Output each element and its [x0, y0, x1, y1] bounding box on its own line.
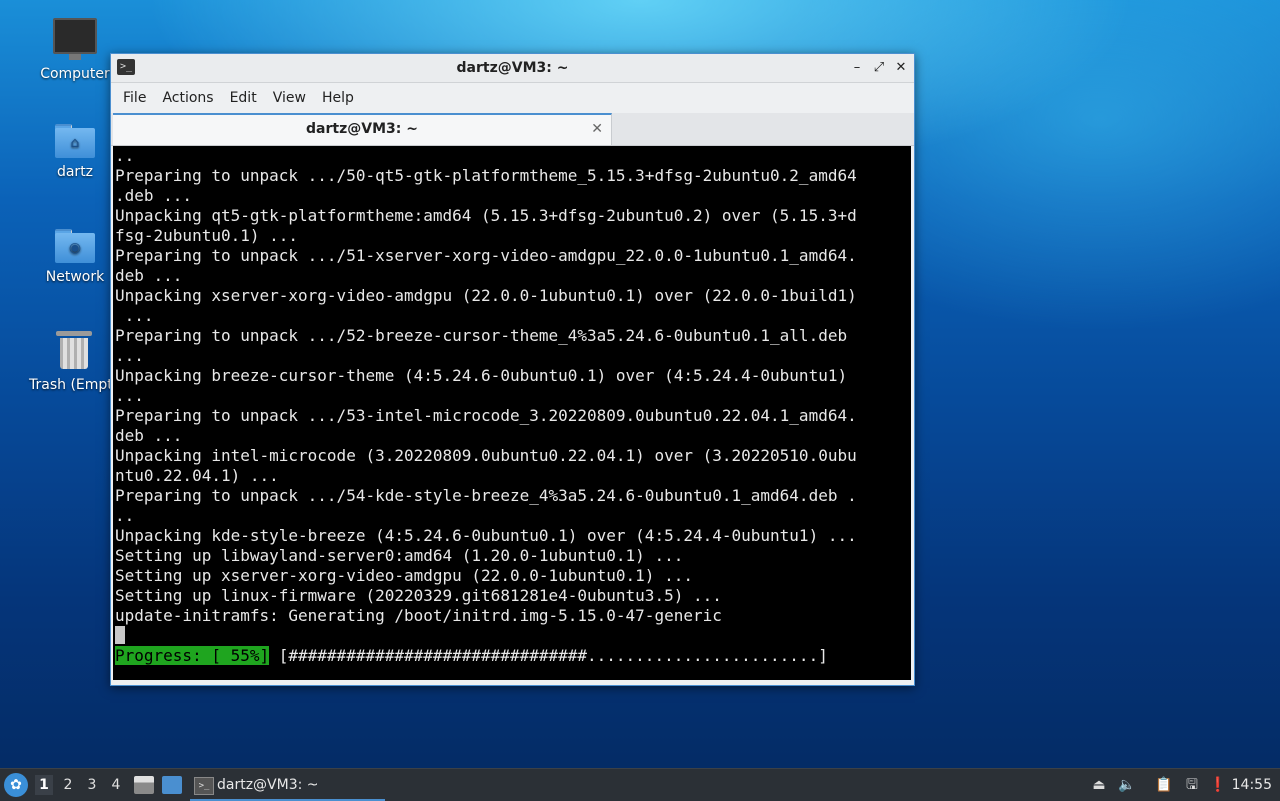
progress-label: Progress: [ 55%] — [115, 646, 270, 665]
terminal-line: update-initramfs: Generating /boot/initr… — [115, 606, 722, 625]
terminal-line: Preparing to unpack .../53-intel-microco… — [115, 406, 857, 425]
taskbar-terminal-button[interactable]: >_ dartz@VM3: ~ — [190, 771, 385, 801]
menu-help[interactable]: Help — [314, 90, 362, 106]
workspace-1[interactable]: 1 — [35, 775, 53, 795]
terminal-line: ... — [115, 346, 144, 365]
network-icon[interactable]: 🖫 — [1181, 775, 1203, 795]
menu-bar: File Actions Edit View Help — [111, 83, 914, 113]
maximize-icon[interactable]: ⤢ — [872, 61, 886, 75]
eject-icon[interactable]: ⏏ — [1090, 775, 1108, 795]
start-menu-icon[interactable]: ✿ — [4, 773, 28, 797]
progress-bar: [###############################........… — [269, 646, 828, 665]
menu-actions[interactable]: Actions — [154, 90, 221, 106]
terminal-line: .. — [115, 506, 135, 525]
terminal-line: Unpacking qt5-gtk-platformtheme:amd64 (5… — [115, 206, 857, 225]
tab-label: dartz@VM3: ~ — [306, 121, 418, 137]
tab-terminal[interactable]: dartz@VM3: ~ ✕ — [113, 113, 612, 145]
terminal-line: Preparing to unpack .../52-breeze-cursor… — [115, 326, 848, 345]
taskbar: ✿ 1 2 3 4 >_ dartz@VM3: ~ ⏏ 🔈 📋 🖫 ❗ 14:5… — [0, 768, 1280, 801]
menu-edit[interactable]: Edit — [222, 90, 265, 106]
clipboard-icon[interactable]: 📋 — [1155, 775, 1173, 795]
volume-icon[interactable]: 🔈 — [1117, 775, 1137, 795]
computer-icon — [53, 18, 97, 60]
terminal-line: Unpacking xserver-xorg-video-amdgpu (22.… — [115, 286, 857, 305]
progress-line: Progress: [ 55%] [######################… — [113, 646, 911, 666]
terminal-window[interactable]: >_ dartz@VM3: ~ – ⤢ ✕ File Actions Edit … — [110, 53, 915, 686]
clock[interactable]: 14:55 — [1232, 769, 1272, 801]
terminal-output[interactable]: .. Preparing to unpack .../50-qt5-gtk-pla… — [113, 146, 911, 680]
terminal-line: Setting up libwayland-server0:amd64 (1.2… — [115, 546, 684, 565]
terminal-line: ... — [115, 306, 154, 325]
home-folder-icon: ⌂ — [55, 124, 95, 158]
terminal-line: fsg-2ubuntu0.1) ... — [115, 226, 299, 245]
close-icon[interactable]: ✕ — [894, 61, 908, 75]
terminal-line: .. — [115, 146, 135, 165]
window-titlebar[interactable]: >_ dartz@VM3: ~ – ⤢ ✕ — [111, 54, 914, 83]
terminal-line: Preparing to unpack .../54-kde-style-bre… — [115, 486, 857, 505]
terminal-icon: >_ — [194, 777, 214, 795]
terminal-line: Unpacking kde-style-breeze (4:5.24.6-0ub… — [115, 526, 857, 545]
update-notifier-icon[interactable]: ❗ — [1209, 775, 1227, 795]
terminal-line: Preparing to unpack .../51-xserver-xorg-… — [115, 246, 857, 265]
window-title: dartz@VM3: ~ — [456, 60, 569, 76]
menu-view[interactable]: View — [265, 90, 314, 106]
terminal-line: Preparing to unpack .../50-qt5-gtk-platf… — [115, 166, 857, 185]
tab-close-icon[interactable]: ✕ — [591, 121, 603, 137]
workspace-2[interactable]: 2 — [59, 775, 77, 795]
workspace-3[interactable]: 3 — [83, 775, 101, 795]
terminal-cursor-line — [113, 626, 911, 646]
terminal-line: Unpacking intel-microcode (3.20220809.0u… — [115, 446, 857, 465]
show-desktop-icon[interactable] — [162, 776, 182, 794]
menu-file[interactable]: File — [115, 90, 154, 106]
terminal-line: .deb ... — [115, 186, 193, 205]
taskbar-task-label: dartz@VM3: ~ — [217, 777, 319, 793]
terminal-line: deb ... — [115, 426, 183, 445]
workspace-4[interactable]: 4 — [107, 775, 125, 795]
tab-bar: dartz@VM3: ~ ✕ — [111, 113, 914, 146]
trash-icon — [56, 331, 92, 369]
terminal-line: deb ... — [115, 266, 183, 285]
terminal-line: Setting up xserver-xorg-video-amdgpu (22… — [115, 566, 693, 585]
terminal-line: ... — [115, 386, 144, 405]
file-manager-icon[interactable] — [134, 776, 154, 794]
network-folder-icon: ◉ — [55, 229, 95, 263]
terminal-cursor — [115, 626, 125, 644]
terminal-line: ntu0.22.04.1) ... — [115, 466, 279, 485]
terminal-line: Unpacking breeze-cursor-theme (4:5.24.6-… — [115, 366, 848, 385]
terminal-line: Setting up linux-firmware (20220329.git6… — [115, 586, 722, 605]
minimize-icon[interactable]: – — [850, 61, 864, 75]
